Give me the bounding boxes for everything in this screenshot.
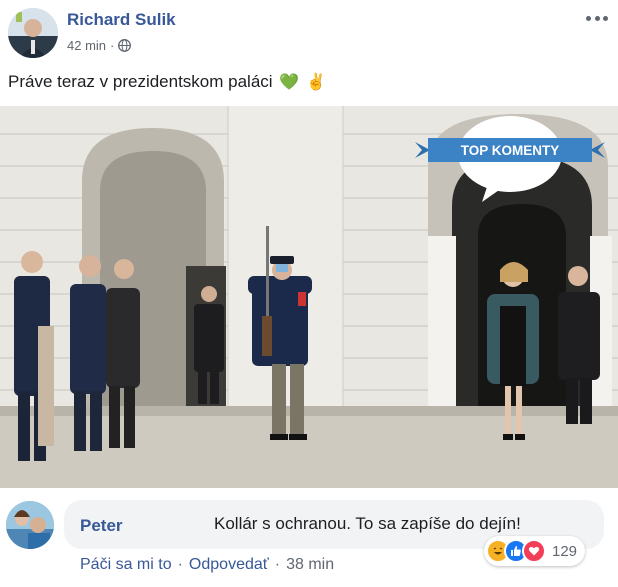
action-separator: ·	[177, 556, 183, 573]
more-dot	[603, 15, 608, 21]
globe-icon	[118, 39, 132, 52]
more-dot	[594, 15, 600, 21]
reaction-count: 129	[552, 542, 578, 560]
post-header: Richard Sulik 42 min ·	[0, 0, 618, 62]
green-heart-emoji: 💚	[279, 74, 300, 91]
comment-text: Kollár s ochranou. To sa zapíše do dejín…	[214, 514, 521, 533]
top-comments-badge-label: TOP KOMENTY	[461, 143, 560, 158]
author-avatar[interactable]	[8, 8, 58, 58]
more-dot	[586, 15, 591, 21]
more-options-icon[interactable]	[586, 10, 608, 26]
action-separator: ·	[274, 556, 281, 573]
like-comment-link[interactable]: Páči sa mi to	[80, 556, 172, 574]
reply-comment-link[interactable]: Odpovedať	[189, 556, 269, 574]
love-reaction-icon	[522, 539, 546, 563]
victory-hand-emoji: ✌️	[305, 74, 326, 91]
post-meta: 42 min ·	[67, 38, 132, 53]
post-text-content: Práve teraz v prezidentskom paláci	[8, 72, 273, 91]
post-time[interactable]: 42 min	[67, 38, 106, 53]
meta-separator: ·	[110, 38, 115, 53]
post-text: Práve teraz v prezidentskom paláci 💚 ✌️	[8, 72, 326, 92]
comment-actions: Páči sa mi to · Odpovedať · 38 min	[80, 556, 334, 574]
post-photo[interactable]: TOP KOMENTY	[0, 106, 618, 488]
post-author-name[interactable]: Richard Sulik	[67, 10, 176, 30]
commenter-avatar[interactable]	[6, 501, 54, 549]
comment-time[interactable]: 38 min	[286, 556, 334, 574]
commenter-name[interactable]: Peter	[80, 516, 123, 536]
comment-reactions[interactable]: 129	[484, 536, 586, 566]
